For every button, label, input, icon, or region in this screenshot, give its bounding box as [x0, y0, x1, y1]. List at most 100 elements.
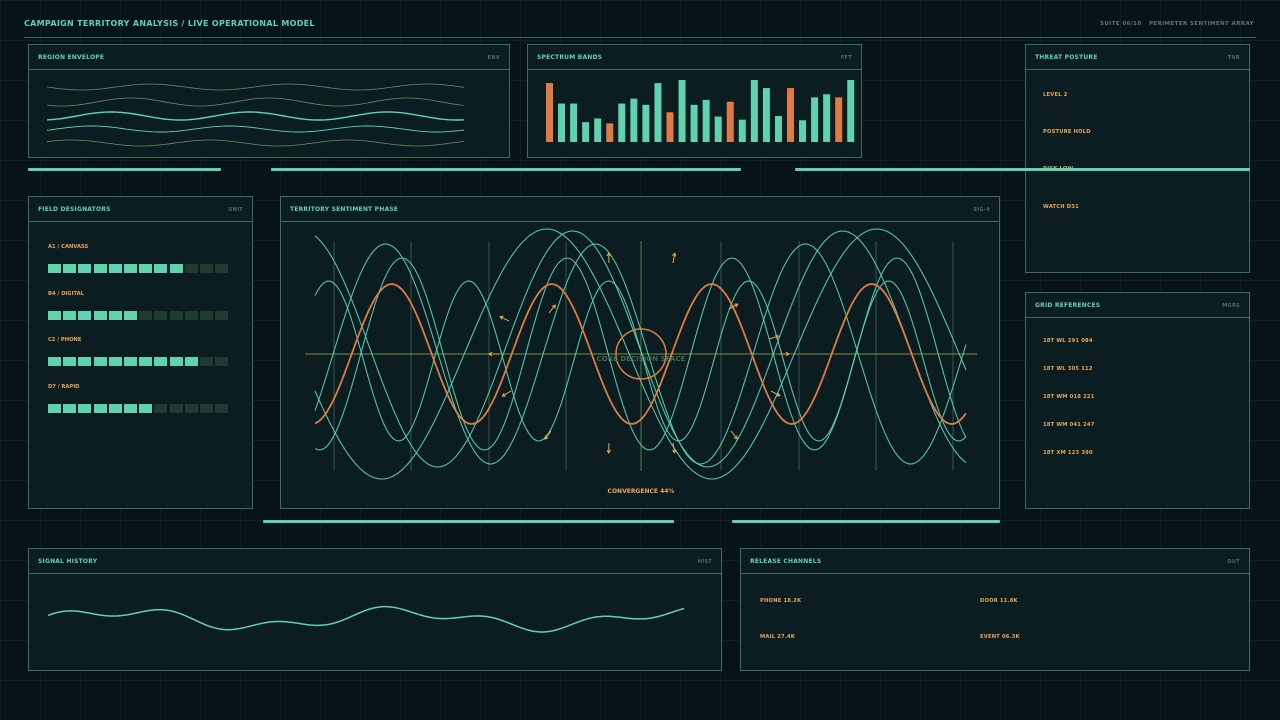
- meter-segment: [48, 404, 61, 413]
- panel-title: SPECTRUM BANDS: [537, 54, 603, 61]
- panel-header: FIELD DESIGNATORS UNIT: [29, 197, 252, 222]
- meter-segment: [48, 264, 61, 273]
- spectrum-bar: [642, 104, 650, 142]
- meter-segment: [215, 264, 229, 273]
- meter-segment: [184, 311, 198, 320]
- meter-segment: [215, 357, 229, 366]
- meter-segment: [154, 404, 168, 413]
- divider-bar: [28, 168, 221, 171]
- panel-title: FIELD DESIGNATORS: [38, 206, 111, 213]
- meter-segment: [124, 264, 137, 273]
- unit-label: C2 / PHONE: [48, 337, 82, 343]
- meter-segment: [93, 311, 107, 320]
- meter-segment: [184, 357, 198, 366]
- meter-segment: [200, 357, 213, 366]
- page-title: CAMPAIGN TERRITORY ANALYSIS / LIVE OPERA…: [24, 19, 315, 28]
- panel-header: RELEASE CHANNELS OUT: [741, 549, 1249, 574]
- divider-bar: [263, 520, 674, 523]
- spectrum-bar: [762, 88, 770, 142]
- meter-segment: [169, 357, 183, 366]
- territory-sentiment-panel: TERRITORY SENTIMENT PHASE SIG-4 CORE DEC…: [280, 196, 1000, 509]
- envelope-waves: [46, 83, 465, 147]
- panel-code: MGRS: [1222, 303, 1240, 309]
- spectrum-bar: [787, 88, 794, 142]
- spectrum-chart: [546, 80, 855, 142]
- envelope-wave: [46, 111, 465, 121]
- channel-door: DOOR 11.8K: [980, 598, 1018, 604]
- meter-segment: [63, 357, 77, 366]
- signal-history-wave: [47, 605, 685, 633]
- channel-mail: MAIL 27.4K: [760, 634, 796, 640]
- panel-code: OUT: [1227, 559, 1240, 565]
- meter-segment: [48, 311, 61, 320]
- unit-label: D7 / RAPID: [48, 384, 80, 390]
- panel-title: TERRITORY SENTIMENT PHASE: [290, 206, 399, 213]
- spectrum-bar: [702, 99, 710, 142]
- channel-phone: PHONE 18.2K: [760, 598, 802, 604]
- meter-segment: [108, 264, 122, 273]
- meter-segment: [169, 404, 183, 413]
- meter-segment: [48, 357, 61, 366]
- meter-segment: [78, 357, 92, 366]
- panel-header: SPECTRUM BANDS FFT: [528, 45, 861, 70]
- meter-segment: [154, 311, 168, 320]
- meter-segment: [63, 264, 77, 273]
- meter-segment: [154, 357, 168, 366]
- meter-segment: [78, 264, 92, 273]
- meter-segment: [108, 404, 122, 413]
- array-label: PERIMETER SENTIMENT ARRAY: [1148, 21, 1254, 27]
- meter-segment: [139, 357, 153, 366]
- spectrum-bar: [618, 103, 626, 142]
- meter-segment: [78, 311, 92, 320]
- spectrum-bar: [726, 101, 734, 142]
- panel-header: GRID REFERENCES MGRS: [1026, 293, 1249, 318]
- release-channels-panel: RELEASE CHANNELS OUT PHONE 18.2K DOOR 11…: [740, 548, 1250, 671]
- panel-title: RELEASE CHANNELS: [750, 558, 822, 565]
- unit-label: B4 / DIGITAL: [48, 291, 84, 297]
- meter-segment: [154, 264, 168, 273]
- meter-segment: [139, 311, 153, 320]
- field-designators-panel: FIELD DESIGNATORS UNIT A1 / CANVASS B4 /…: [28, 196, 253, 509]
- panel-code: THR: [1227, 55, 1240, 61]
- history-line: [47, 605, 685, 633]
- panel-header: TERRITORY SENTIMENT PHASE SIG-4: [281, 197, 999, 222]
- header-divider: [24, 37, 1256, 38]
- meter-segment: [93, 357, 107, 366]
- meter-segment: [124, 311, 137, 320]
- spectrum-bar: [654, 83, 662, 142]
- spectrum-bar: [546, 83, 553, 142]
- spectrum-bar: [835, 97, 843, 142]
- divider-bar: [795, 168, 1250, 171]
- grid-ref-item: 18T XM 123 390: [1043, 450, 1093, 456]
- spectrum-bar: [799, 120, 807, 142]
- meter-segment: [169, 264, 183, 273]
- meter-segment: [108, 311, 122, 320]
- spectrum-bar: [666, 112, 674, 142]
- threat-posture: POSTURE HOLD: [1043, 129, 1091, 135]
- suite-label: SUITE 06/10: [1100, 21, 1142, 27]
- spectrum-bar: [738, 119, 746, 142]
- panel-header: THREAT POSTURE THR: [1026, 45, 1249, 70]
- meter-segment: [200, 311, 213, 320]
- meter-segment: [93, 264, 107, 273]
- envelope-wave: [46, 97, 465, 107]
- spectrum-bar: [823, 94, 831, 142]
- panel-title: SIGNAL HISTORY: [38, 558, 98, 565]
- spectrum-bands-panel: SPECTRUM BANDS FFT: [527, 44, 862, 158]
- sentiment-phase-plot: CORE DECISION SPACE CONVERGENCE 44%: [305, 228, 977, 495]
- meter-segment: [78, 404, 92, 413]
- grid-ref-item: 18T WM 041 247: [1043, 422, 1095, 428]
- core-decision-label: CORE DECISION SPACE: [597, 355, 686, 363]
- grid-ref-item: 18T WM 018 221: [1043, 394, 1095, 400]
- threat-posture-panel: THREAT POSTURE THR LEVEL 2 POSTURE HOLD …: [1025, 44, 1250, 273]
- meter-segment: [215, 311, 229, 320]
- meter-segment: [184, 404, 198, 413]
- meter-segment: [124, 404, 137, 413]
- meter-segment: [184, 264, 198, 273]
- spectrum-bar: [582, 122, 590, 142]
- signal-history-panel: SIGNAL HISTORY HIST: [28, 548, 722, 671]
- threat-watch: WATCH D31: [1043, 204, 1079, 210]
- spectrum-bar: [811, 97, 819, 142]
- channel-event: EVENT 06.3K: [980, 634, 1020, 640]
- meter-segment: [93, 404, 107, 413]
